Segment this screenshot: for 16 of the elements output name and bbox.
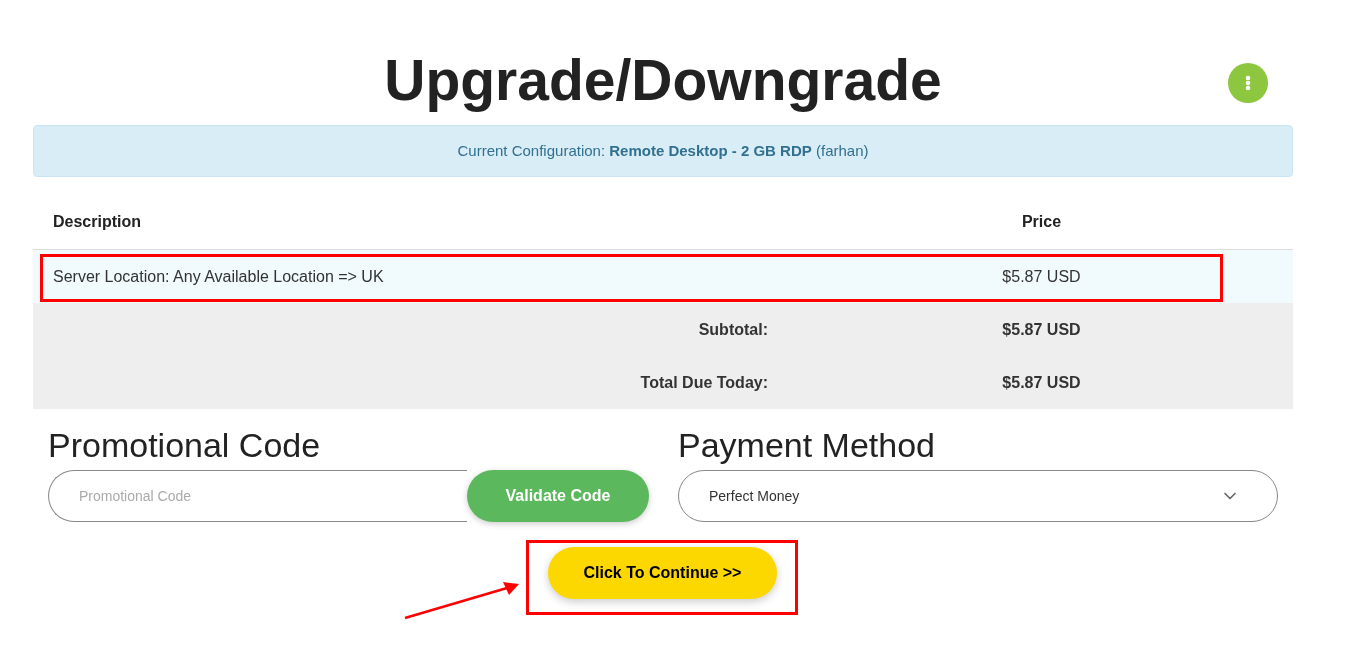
continue-button[interactable]: Click To Continue >> — [548, 547, 777, 599]
column-header: Price — [1021, 213, 1062, 230]
total-value: $5.87 USD — [1002, 373, 1081, 391]
description-cell: Server Location: Any Available Location => UK — [53, 267, 384, 285]
column-header: Description — [53, 213, 141, 230]
vertical-dots-icon — [1245, 75, 1251, 91]
promotional-code-field[interactable]: Promotional Code — [48, 470, 467, 522]
price-cell: $5.87 USD — [1002, 267, 1081, 285]
current-configuration-text: Current Configuration: Remote Desktop - 2 GB RDP (farhan) — [457, 140, 869, 161]
menu-button[interactable] — [1228, 63, 1268, 103]
total-label: Total Due Today: — [640, 373, 768, 391]
total-value: $5.87 USD — [1002, 320, 1081, 338]
total-label: Subtotal: — [698, 320, 768, 338]
page-title: Upgrade/Downgrade — [384, 48, 942, 112]
promotional-code-heading: Promotional Code — [48, 427, 322, 463]
payment-method-heading: Payment Method — [678, 427, 937, 463]
